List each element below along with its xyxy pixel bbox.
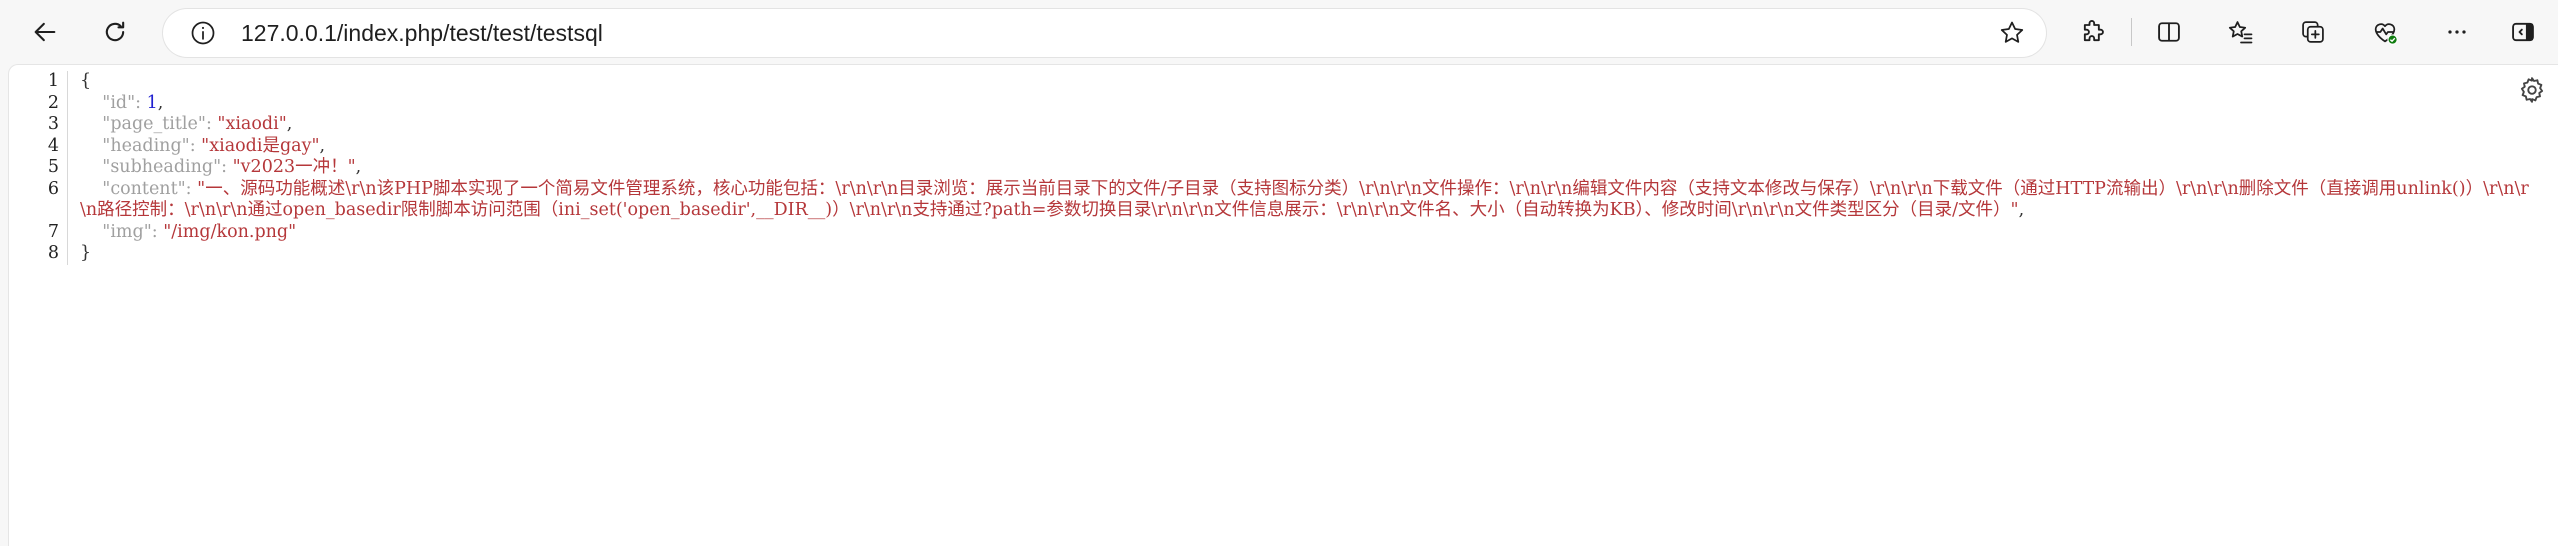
more-button[interactable]: [2435, 10, 2479, 54]
open-brace: {: [80, 71, 92, 91]
line-number: 8: [47, 243, 59, 263]
url-text[interactable]: 127.0.0.1/index.php/test/test/testsql: [241, 9, 603, 57]
comma: ,: [286, 114, 293, 134]
code-line: 6 "content": "一、源码功能概述\r\n该PHP脚本实现了一个简易文…: [9, 178, 2534, 222]
json-key: "subheading": [102, 157, 222, 177]
colon: :: [151, 221, 164, 242]
json-string-value: "v2023一冲！": [232, 157, 356, 177]
back-button[interactable]: [23, 10, 67, 54]
close-brace: }: [80, 243, 92, 263]
extensions-button[interactable]: [2071, 10, 2115, 54]
more-icon: [2448, 30, 2466, 34]
json-key: "id": [102, 92, 136, 113]
line-number: 7: [47, 221, 59, 242]
refresh-button[interactable]: [93, 10, 137, 54]
split-screen-button[interactable]: [2147, 10, 2191, 54]
split-screen-icon: [2158, 22, 2180, 42]
colon: :: [205, 114, 218, 134]
browser-essentials-button[interactable]: [2363, 10, 2407, 54]
comma: ,: [2018, 200, 2025, 220]
info-icon[interactable]: [189, 19, 217, 47]
colon: :: [189, 135, 202, 156]
line-number: 5: [47, 157, 59, 177]
collections-icon: [2302, 21, 2324, 43]
line-number: 2: [47, 92, 59, 113]
json-string-value: "xiaodi": [217, 114, 287, 134]
code-line: 4 "heading": "xiaodi是gay",: [9, 135, 2534, 157]
json-key: "content": [102, 178, 186, 199]
toolbar-divider: [2131, 18, 2132, 46]
json-string-value: "/img/kon.png": [163, 221, 297, 242]
heart-pulse-icon: [2374, 23, 2398, 45]
code-line: 7 "img": "/img/kon.png": [9, 221, 2534, 243]
favorites-list-icon: [2228, 21, 2253, 44]
puzzle-icon: [2083, 20, 2104, 42]
json-key: "img": [102, 221, 152, 242]
colon: :: [221, 157, 233, 177]
page-content: 1 { 2 "id": 1, 3 "page_title": "xiaodi",…: [8, 64, 2558, 546]
json-string-value: "xiaodi是gay": [201, 135, 320, 156]
json-key: "heading": [102, 135, 190, 156]
collections-button[interactable]: [2291, 10, 2335, 54]
address-bar[interactable]: 127.0.0.1/index.php/test/test/testsql: [163, 9, 2046, 57]
code-line: 3 "page_title": "xiaodi",: [9, 114, 2534, 136]
sidebar-icon: [2512, 22, 2534, 42]
code-line: 2 "id": 1,: [9, 92, 2534, 114]
comma: ,: [319, 135, 326, 156]
star-icon[interactable]: [1998, 19, 2026, 47]
comma: ,: [355, 157, 362, 177]
browser-toolbar: 127.0.0.1/index.php/test/test/testsql: [0, 0, 2558, 64]
json-viewer: 1 { 2 "id": 1, 3 "page_title": "xiaodi",…: [9, 71, 2534, 265]
back-arrow-icon: [34, 22, 56, 42]
line-number: 6: [47, 178, 59, 199]
code-line: 8 }: [9, 243, 2534, 265]
line-number: 4: [47, 135, 59, 156]
json-number-value: 1: [146, 92, 158, 113]
colon: :: [135, 92, 147, 113]
json-key: "page_title": [102, 114, 206, 134]
code-line: 5 "subheading": "v2023一冲！",: [9, 157, 2534, 179]
favorites-button[interactable]: [2219, 10, 2263, 54]
refresh-icon: [105, 21, 125, 42]
sidebar-button[interactable]: [2501, 10, 2545, 54]
comma: ,: [157, 92, 164, 113]
line-number: 1: [47, 71, 59, 91]
json-string-value: "一、源码功能概述\r\n该PHP脚本实现了一个简易文件管理系统，核心功能包括：…: [80, 178, 2529, 221]
colon: :: [185, 178, 198, 199]
code-line: 1 {: [9, 71, 2534, 93]
line-number: 3: [47, 114, 59, 134]
